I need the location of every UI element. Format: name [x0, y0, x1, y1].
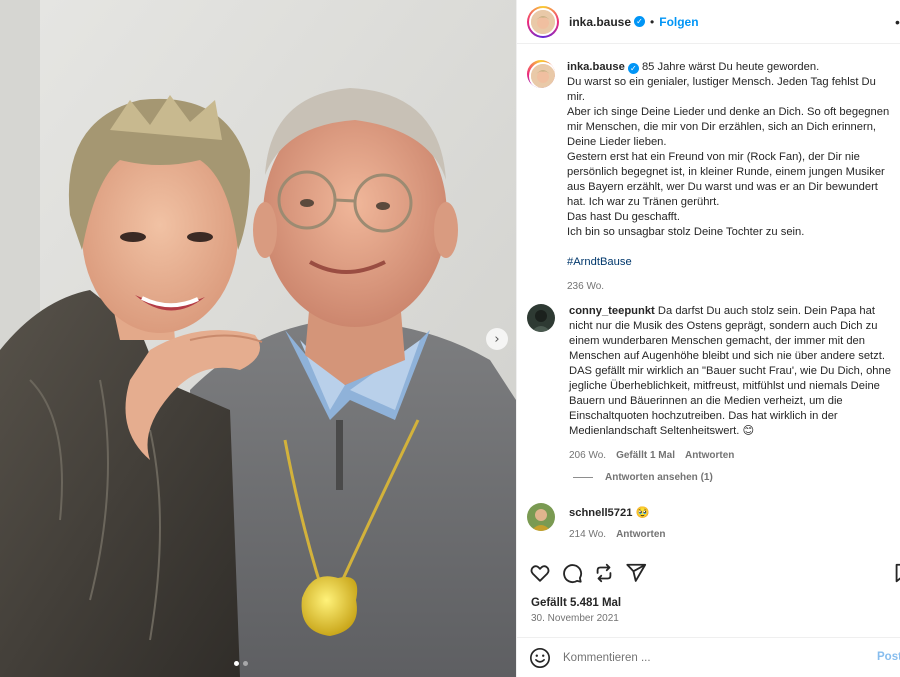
carousel-dot [243, 661, 248, 666]
author-username[interactable]: inka.bause [569, 15, 631, 29]
chevron-right-icon: › [494, 331, 500, 347]
caption-line: Gestern erst hat ein Freund von mir (Roc… [567, 151, 860, 163]
comment-text: conny_teepunkt Da darfst Du auch stolz s… [569, 304, 895, 439]
caption-username[interactable]: inka.bause [567, 61, 625, 73]
bookmark-icon[interactable] [892, 562, 900, 584]
verified-icon: ✓ [634, 16, 646, 27]
comment-age: 206 Wo. [569, 450, 607, 461]
comment-content: Da darfst Du auch stolz sein. Dein Papa … [569, 305, 891, 437]
caption: inka.bause ✓ 85 Jahre wärst Du heute gewo… [527, 60, 893, 294]
caption-author-avatar[interactable] [527, 60, 555, 88]
caption-line: Das hast Du geschafft. [567, 211, 680, 223]
comment-icon[interactable] [561, 562, 583, 584]
caption-line: 85 Jahre wärst Du heute geworden. [641, 61, 820, 73]
caption-line: Ich bin so unsagbar stolz Deine Tochter … [567, 226, 805, 238]
comment-text: schnell5721 🥹 [569, 506, 895, 521]
post-date[interactable]: 30. November 2021 [531, 613, 619, 624]
caption-line: persönlich begegnet ist, in kleiner Rund… [567, 166, 885, 178]
caption-line: hat. Ich war zu Tränen gerührt. [567, 196, 720, 208]
view-replies-label: Antworten ansehen (1) [605, 472, 713, 483]
hashtag-link[interactable]: #ArndtBause [567, 255, 893, 270]
emoji-icon[interactable] [529, 647, 551, 669]
commenter-username[interactable]: schnell5721 [569, 507, 632, 519]
separator-dot: • [650, 14, 655, 29]
post-photo[interactable]: › [0, 0, 516, 677]
post-side-panel: inka.bause ✓ • Folgen • inka.bause ✓ 85 J… [516, 0, 900, 677]
carousel-dot-active [234, 661, 239, 666]
likes-count[interactable]: Gefällt 5.481 Mal [531, 597, 621, 609]
more-options-icon[interactable]: • [895, 14, 900, 30]
verified-icon: ✓ [627, 63, 639, 74]
heart-icon[interactable] [529, 562, 551, 584]
carousel-dots [234, 661, 248, 666]
caption-text: inka.bause ✓ 85 Jahre wärst Du heute gewo… [567, 60, 893, 240]
next-image-button[interactable]: › [486, 328, 508, 350]
follow-button[interactable]: Folgen [659, 15, 698, 29]
comment-item: conny_teepunkt Da darfst Du auch stolz s… [527, 304, 895, 463]
caption-age: 236 Wo. [567, 281, 605, 292]
comments-list[interactable]: inka.bause ✓ 85 Jahre wärst Du heute gewo… [517, 56, 900, 552]
commenter-avatar[interactable] [527, 304, 555, 332]
author-avatar[interactable] [527, 5, 559, 38]
comment-composer: Kommentieren ... Post [517, 637, 900, 677]
comment-likes[interactable]: Gefällt 1 Mal [616, 448, 675, 463]
photo-image [0, 0, 516, 677]
reply-button[interactable]: Antworten [685, 448, 734, 463]
comment-content: 🥹 [635, 507, 650, 519]
caption-line: Deine Lieder lieben. [567, 136, 667, 148]
post-comment-button[interactable]: Post [877, 651, 900, 663]
post-header: inka.bause ✓ • Folgen • [517, 0, 900, 44]
share-icon[interactable] [593, 562, 615, 584]
comment-age: 214 Wo. [569, 529, 607, 540]
caption-line: mir Menschen, die mir von Dir erzählen, … [567, 121, 877, 133]
comment-item: schnell5721 🥹 214 Wo. Antworten [527, 503, 895, 542]
caption-line: aus Bayern erzählt, wer Du warst und was… [567, 181, 878, 193]
commenter-username[interactable]: conny_teepunkt [569, 305, 655, 317]
view-replies-button[interactable]: Antworten ansehen (1) [573, 472, 713, 483]
caption-line: Aber ich singe Deine Lieder und denke an… [567, 106, 890, 118]
caption-line: mir. [567, 91, 586, 103]
send-icon[interactable] [625, 562, 647, 584]
replies-divider [573, 477, 593, 478]
commenter-avatar[interactable] [527, 503, 555, 531]
reply-button[interactable]: Antworten [616, 527, 665, 542]
comment-input[interactable]: Kommentieren ... [563, 652, 900, 664]
action-bar [529, 560, 900, 586]
post-modal: › inka.bause ✓ • Folgen • inka.bause ✓ 8… [0, 0, 900, 677]
caption-line: Du warst so ein genialer, lustiger Mensc… [567, 76, 876, 88]
